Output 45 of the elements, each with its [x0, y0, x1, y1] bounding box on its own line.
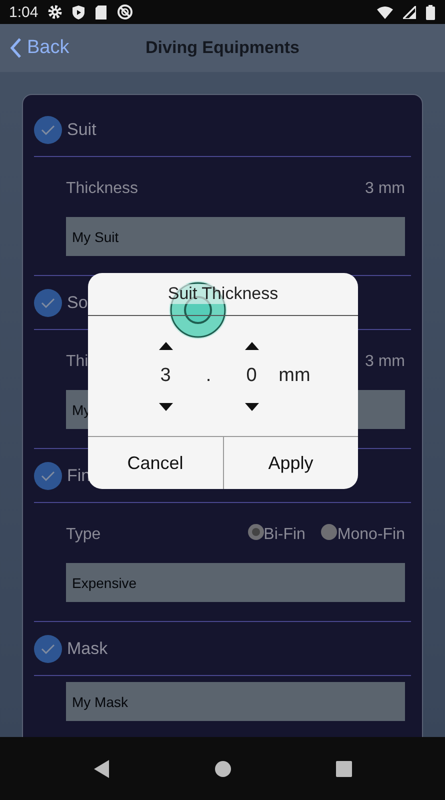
recents-icon[interactable]	[336, 760, 352, 776]
chevron-left-icon	[10, 38, 21, 58]
checkmark-icon	[41, 298, 55, 308]
shield-icon	[72, 4, 86, 20]
back-button[interactable]: Back	[10, 37, 70, 59]
picker-value: 0	[246, 365, 257, 387]
arrow-up-icon[interactable]	[244, 342, 258, 350]
field-value: 3 mm	[365, 353, 405, 371]
field-label: Type	[66, 526, 101, 544]
radio-option[interactable]: Mono-Fin	[321, 526, 405, 544]
section-title: Mask	[67, 639, 108, 659]
section-title: Suit	[67, 120, 96, 140]
arrow-down-icon[interactable]	[158, 403, 172, 411]
home-icon[interactable]	[214, 760, 230, 776]
checkmark-icon	[41, 125, 55, 135]
picker-value: 3	[160, 365, 171, 387]
checkmark-icon	[41, 644, 55, 654]
back-icon[interactable]	[94, 760, 110, 778]
checkbox[interactable]	[34, 462, 62, 490]
field-label: Thi	[66, 353, 88, 371]
gear-icon	[48, 5, 62, 19]
dialog-button[interactable]: Cancel	[88, 437, 222, 489]
blocked-circle-icon	[117, 4, 134, 20]
checkbox[interactable]	[34, 635, 62, 663]
input-field[interactable]: Expensive	[66, 563, 405, 602]
arrow-down-icon[interactable]	[244, 403, 258, 411]
input-field[interactable]: My Mask	[66, 682, 405, 721]
checkbox[interactable]	[34, 289, 62, 317]
unit-label: mm	[278, 365, 310, 387]
battery-icon	[426, 4, 435, 20]
sd-card-icon	[95, 4, 108, 20]
checkbox[interactable]	[34, 116, 62, 144]
checkmark-icon	[41, 471, 55, 481]
screen-title: Diving Equipments	[144, 38, 300, 58]
field-value: 3 mm	[365, 180, 405, 198]
wifi-icon	[377, 6, 393, 18]
radio-option[interactable]: Bi-Fin	[248, 526, 306, 544]
arrow-up-icon[interactable]	[158, 342, 172, 350]
signal-icon	[403, 6, 416, 18]
field-label: Thickness	[66, 180, 138, 198]
input-field[interactable]: My Suit	[66, 217, 405, 256]
dialog-button[interactable]: Apply	[222, 437, 358, 489]
decimal-separator: .	[206, 365, 212, 387]
section-title: So	[67, 293, 88, 313]
status-time: 1:04	[9, 4, 38, 20]
